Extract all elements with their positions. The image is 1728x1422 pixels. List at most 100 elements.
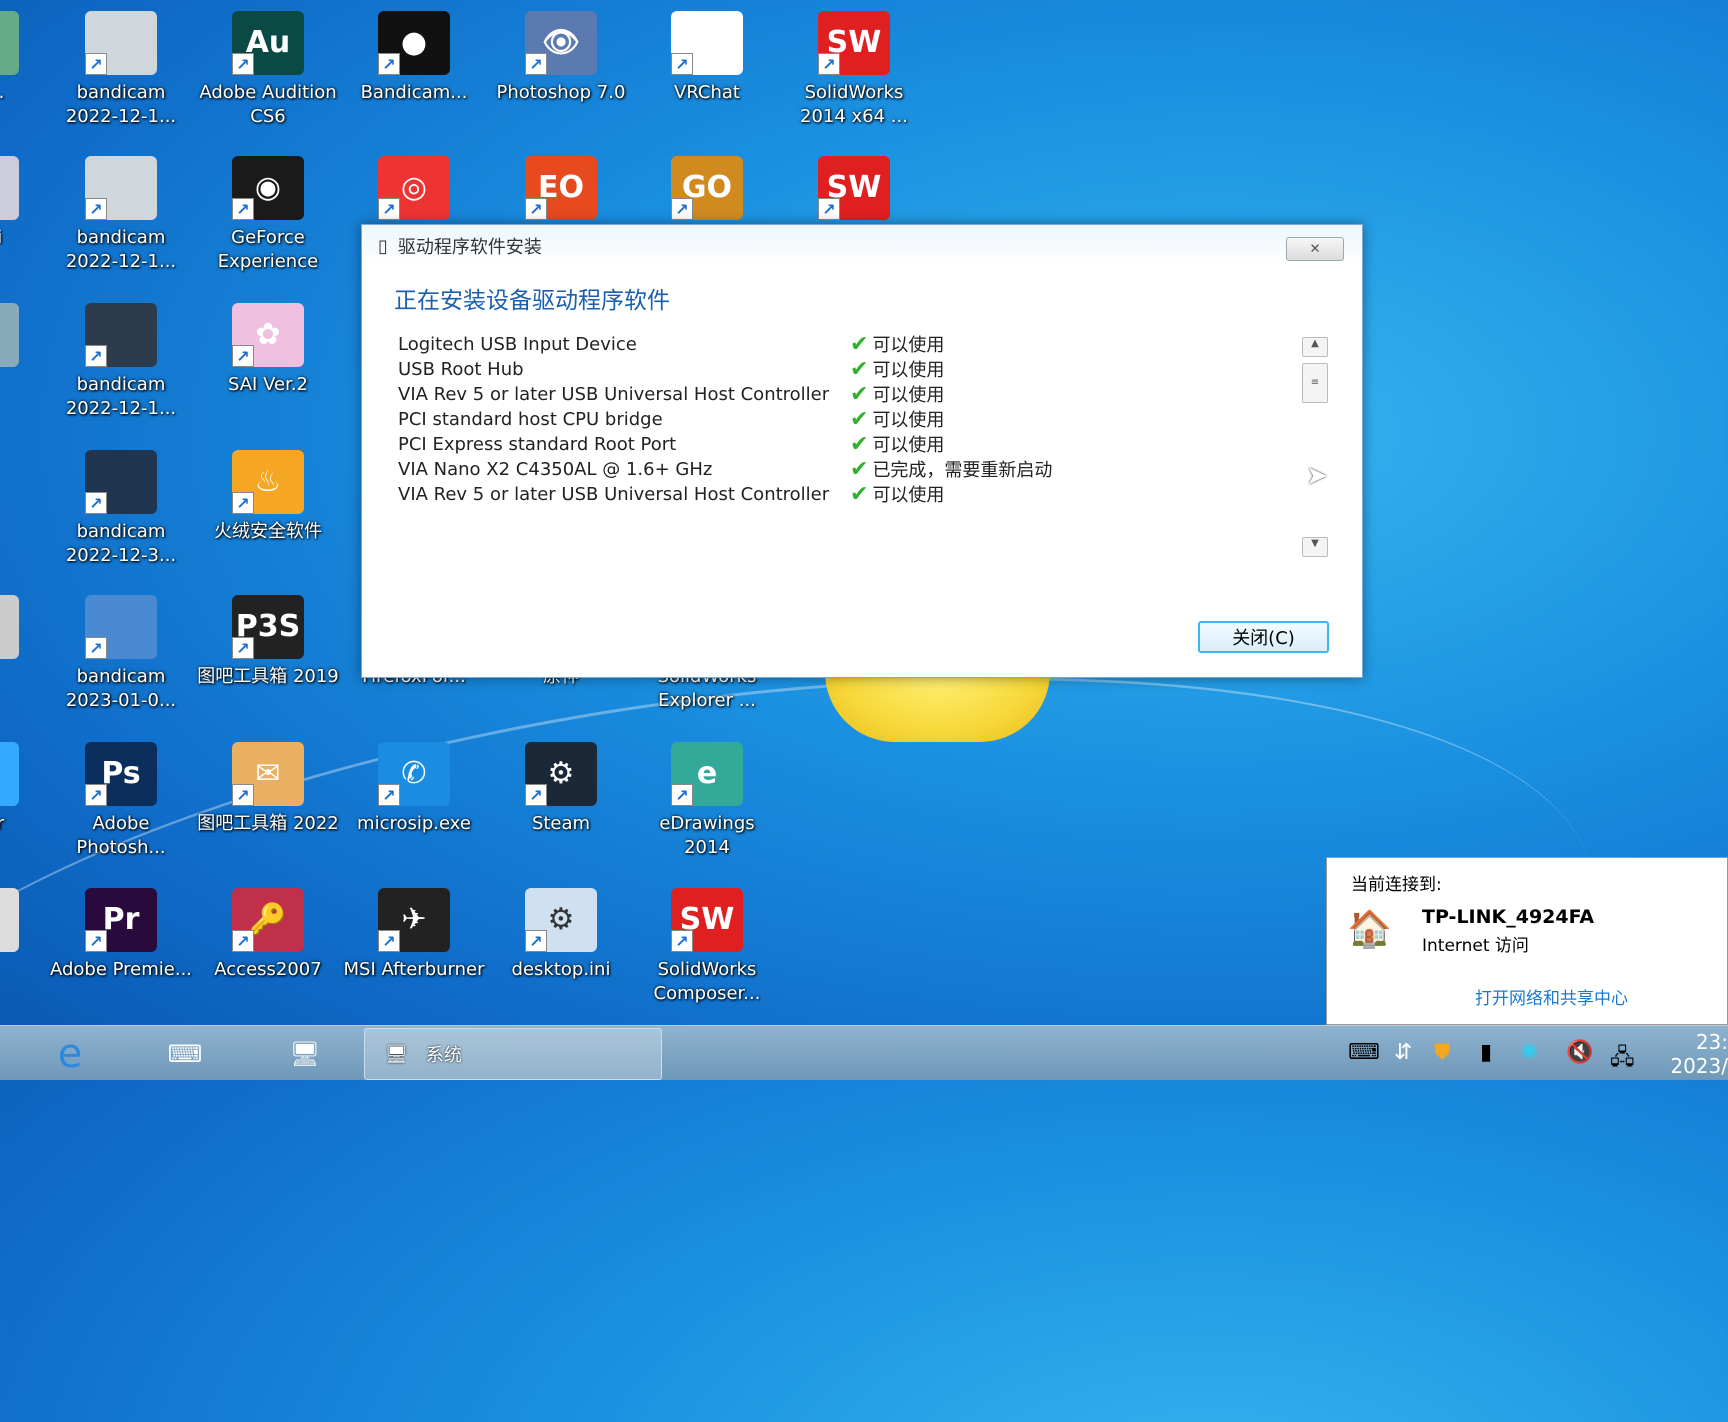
app-icon: ↗ [0, 11, 19, 75]
task-label: 系统 [425, 1045, 462, 1066]
icon-label: 火绒安全软件 [214, 521, 322, 542]
scroll-thumb[interactable]: ≡ [1302, 363, 1328, 403]
icon-label: GeForce Experience [217, 227, 319, 272]
device-name: VIA Rev 5 or later USB Universal Host Co… [398, 384, 830, 405]
device-icon[interactable]: ▮ [1480, 1040, 1492, 1065]
icon-label: Photoshop 7.0 [496, 82, 626, 103]
keyboard-icon[interactable]: ⌨ [1348, 1040, 1380, 1065]
desktop-icon[interactable]: ✉ ↗ 图吧工具箱 2022 [195, 742, 341, 836]
driver-install-dialog: ▯ 驱动程序软件安装 ✕ 正在安装设备驱动程序软件 Logitech USB I… [361, 224, 1363, 678]
device-row: VIA Nano X2 C4350AL @ 1.6+ GHz ✔ 已完成，需要重新启… [398, 458, 1258, 483]
app-icon: ↗ [0, 742, 19, 806]
close-window-button[interactable]: ✕ [1286, 237, 1344, 261]
clock[interactable]: 23: 2023/ [1670, 1030, 1728, 1078]
app-icon: P3S ↗ [232, 595, 304, 659]
device-name: VIA Rev 5 or later USB Universal Host Co… [398, 484, 830, 505]
checkmark-icon: ✔ [850, 482, 869, 507]
network-center-link[interactable]: 打开网络和共享中心 [1475, 984, 1628, 1009]
desktop-icon[interactable]: GO ↗ [634, 156, 780, 226]
desktop-icon[interactable]: ↗ bandicam 2022-12-1... [48, 303, 194, 421]
ie-icon[interactable]: e [40, 1030, 100, 1078]
desktop-icon[interactable]: 🔑 ↗ Access2007 [195, 888, 341, 982]
app-icon: ↗ [671, 11, 743, 75]
app-icon: ↗ [85, 156, 157, 220]
app-icon: GO ↗ [671, 156, 743, 220]
desktop-icon[interactable]: ✆ ↗ microsip.exe [341, 742, 487, 836]
shortcut-arrow-icon: ↗ [525, 930, 547, 952]
desktop-icon[interactable]: P3S ↗ 图吧工具箱 2019 [195, 595, 341, 689]
shortcut-arrow-icon: ↗ [525, 198, 547, 220]
icon-label: SolidWorks 2014 x64 ... [800, 82, 908, 127]
desktop-icon[interactable]: ⚙ ↗ desktop.ini [488, 888, 634, 982]
desktop-icon[interactable]: ↗ bandicam 2022-12-1... [48, 156, 194, 274]
device-status: ✔ 可以使用 [850, 382, 945, 407]
desktop-icon[interactable]: e ↗ eDrawings 2014 [634, 742, 780, 860]
device-name: PCI Express standard Root Port [398, 434, 677, 455]
desktop-icon[interactable]: Au ↗ Adobe Audition CS6 [195, 11, 341, 129]
desktop-icon[interactable]: Pr ↗ Adobe Premie... [48, 888, 194, 982]
app-icon: ✆ ↗ [378, 742, 450, 806]
activity-icon[interactable]: ✺ [1520, 1040, 1538, 1065]
taskbar-item-system[interactable]: 🖥 系统 [364, 1028, 662, 1080]
desktop-icon[interactable]: SW ↗ [781, 156, 927, 226]
scrollbar[interactable]: ▲ ≡ ▼ [1302, 337, 1328, 557]
icon-label: SAI Ver.2 [227, 374, 308, 395]
device-status: ✔ 可以使用 [850, 432, 945, 457]
network-icon[interactable]: 🖧 [1610, 1040, 1635, 1078]
dialog-heading: 正在安装设备驱动程序软件 [394, 288, 670, 314]
icon-label: Access2007 [214, 959, 322, 980]
house-icon: 🏠 [1347, 909, 1392, 950]
desktop-icon[interactable]: ↗ bandicam 2023-01-0... [48, 595, 194, 713]
app-icon: ♨ ↗ [232, 450, 304, 514]
shortcut-arrow-icon: ↗ [232, 198, 254, 220]
dialog-title: 驱动程序软件安装 [397, 237, 542, 258]
desktop-icon[interactable]: ↗ bandicam 2022-12-3... [48, 450, 194, 568]
scroll-down-button[interactable]: ▼ [1302, 537, 1328, 557]
desktop-icon[interactable]: ✿ ↗ SAI Ver.2 [195, 303, 341, 397]
app-icon: ⚙ ↗ [525, 888, 597, 952]
security-shield-icon[interactable]: ⛊ [1434, 1040, 1451, 1065]
app-icon: Au ↗ [232, 11, 304, 75]
mouse-cursor-icon: ➤ [1306, 461, 1328, 491]
app-icon: ↗ [0, 156, 19, 220]
dialog-titlebar[interactable]: ▯ 驱动程序软件安装 [362, 225, 1362, 267]
driver-icon: ▯ [378, 235, 388, 257]
network-computer-icon[interactable]: 🖥 [270, 1030, 340, 1078]
desktop-icon[interactable]: EO ↗ [488, 156, 634, 226]
shortcut-arrow-icon: ↗ [232, 53, 254, 75]
desktop-icon[interactable]: ⚙ ↗ Steam [488, 742, 634, 836]
desktop-icon[interactable]: 👁 ↗ Photoshop 7.0 [488, 11, 634, 105]
device-row: USB Root Hub ✔ 可以使用 [398, 358, 1258, 383]
device-row: Logitech USB Input Device ✔ 可以使用 [398, 333, 1258, 358]
desktop-icon[interactable]: SW ↗ SolidWorks 2014 x64 ... [781, 11, 927, 129]
app-icon: ◉ ↗ [232, 156, 304, 220]
shortcut-arrow-icon: ↗ [671, 198, 693, 220]
desktop-icon[interactable]: ◉ ↗ GeForce Experience [195, 156, 341, 274]
shortcut-arrow-icon: ↗ [671, 53, 693, 75]
shortcut-arrow-icon: ↗ [525, 53, 547, 75]
keyboard-app-icon[interactable]: ⌨ [150, 1030, 220, 1078]
device-list: Logitech USB Input Device ✔ 可以使用 USB Root H… [398, 333, 1258, 507]
show-hidden-icons[interactable]: ⇵ [1394, 1040, 1412, 1065]
icon-label: VRChat [674, 82, 740, 103]
desktop-icon[interactable]: ♨ ↗ 火绒安全软件 [195, 450, 341, 544]
app-icon: ✈ ↗ [378, 888, 450, 952]
desktop-icon[interactable]: ● ↗ Bandicam... [341, 11, 487, 105]
shortcut-arrow-icon: ↗ [85, 637, 107, 659]
desktop-icon[interactable]: ↗ VRChat [634, 11, 780, 105]
app-icon: 👁 ↗ [525, 11, 597, 75]
shortcut-arrow-icon: ↗ [85, 345, 107, 367]
checkmark-icon: ✔ [850, 457, 869, 482]
app-icon: SW ↗ [818, 156, 890, 220]
network-access: Internet 访问 [1422, 936, 1529, 956]
desktop-icon[interactable]: SW ↗ SolidWorks Composer... [634, 888, 780, 1006]
desktop-icon[interactable]: ↗ bandicam 2022-12-1... [48, 11, 194, 129]
device-status: ✔ 可以使用 [850, 357, 945, 382]
close-button[interactable]: 关闭(C) [1198, 621, 1329, 653]
volume-muted-icon[interactable]: 🔇 [1566, 1040, 1593, 1065]
desktop-icon[interactable]: Ps ↗ Adobe Photosh... [48, 742, 194, 860]
device-status: ✔ 可以使用 [850, 332, 945, 357]
scroll-up-button[interactable]: ▲ [1302, 337, 1328, 357]
desktop-icon[interactable]: ✈ ↗ MSI Afterburner [341, 888, 487, 982]
shortcut-arrow-icon: ↗ [378, 198, 400, 220]
